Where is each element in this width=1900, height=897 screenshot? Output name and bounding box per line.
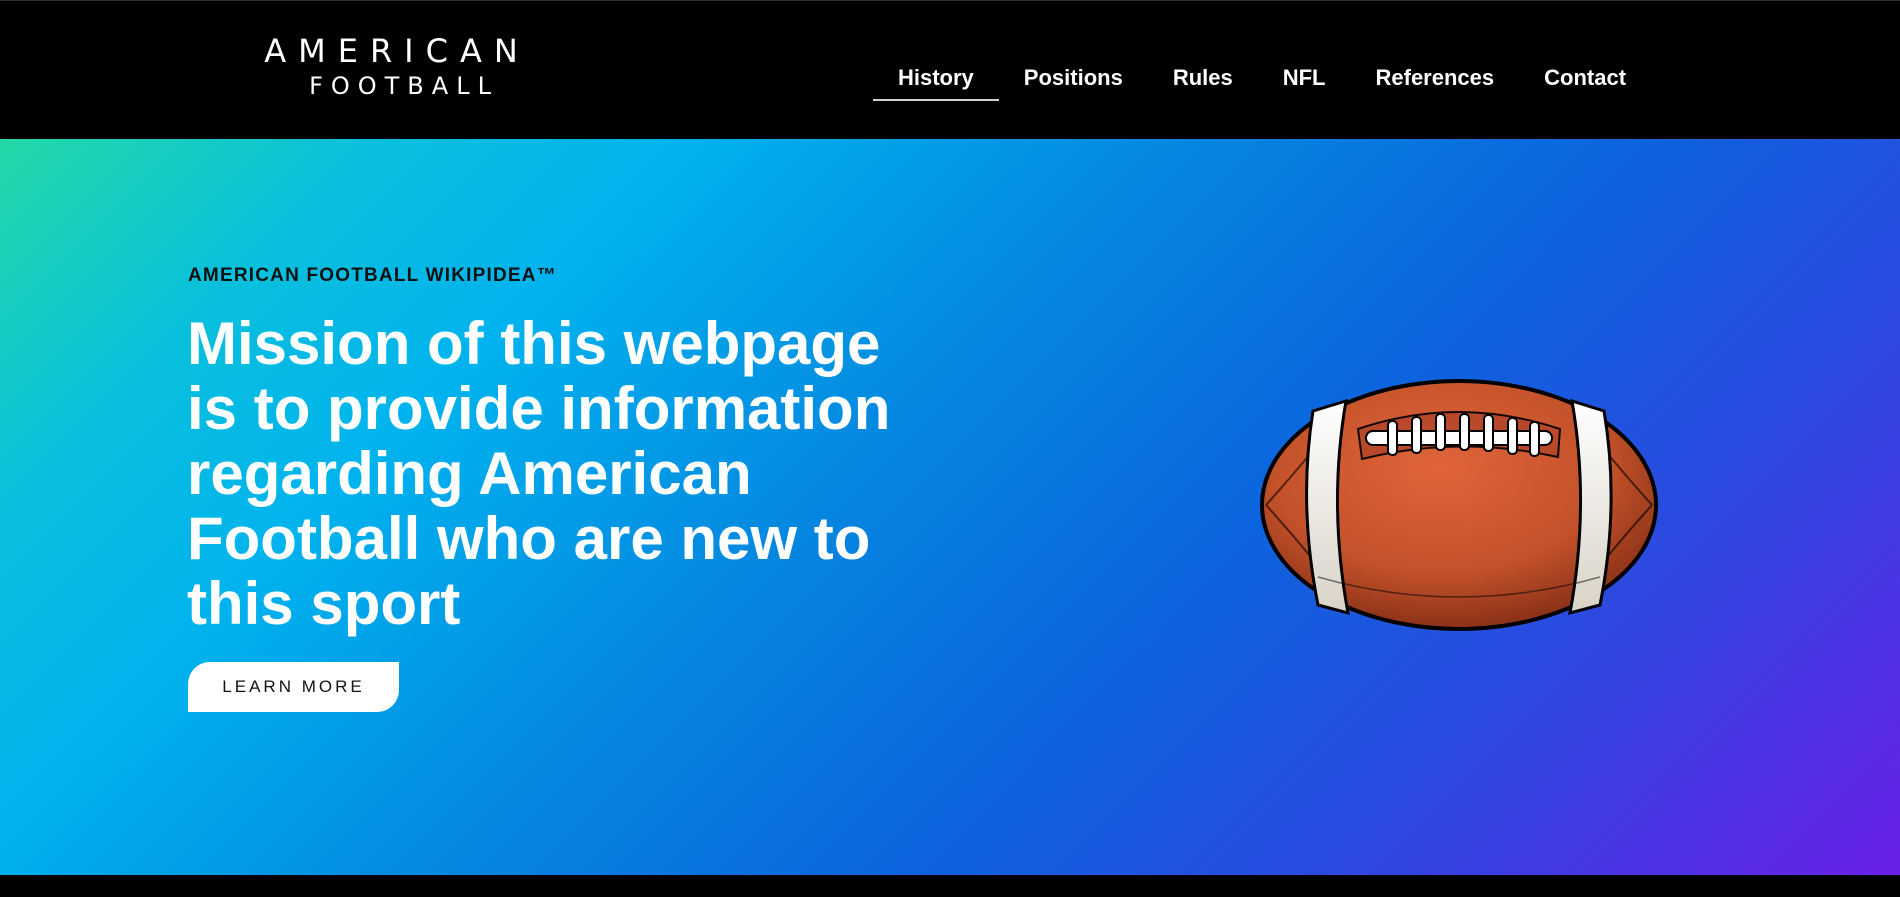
learn-more-button[interactable]: LEARN MORE — [188, 662, 399, 712]
bottom-bar — [0, 875, 1900, 897]
nav-item-rules[interactable]: Rules — [1148, 65, 1258, 101]
nav-item-contact[interactable]: Contact — [1519, 65, 1651, 101]
nav-item-positions[interactable]: Positions — [999, 65, 1148, 101]
logo-line-1: AMERICAN — [264, 32, 530, 70]
site-logo[interactable]: AMERICAN FOOTBALL — [262, 35, 532, 98]
nav-item-nfl[interactable]: NFL — [1258, 65, 1351, 101]
top-navbar: AMERICAN FOOTBALL History Positions Rule… — [0, 0, 1900, 139]
logo-line-2: FOOTBALL — [309, 72, 499, 100]
main-nav: History Positions Rules NFL References C… — [873, 65, 1651, 105]
nav-item-history[interactable]: History — [873, 65, 999, 101]
hero-section: AMERICAN FOOTBALL WIKIPIDEA™ Mission of … — [0, 139, 1900, 875]
hero-headline: Mission of this webpage is to provide in… — [187, 310, 891, 637]
football-icon — [1260, 379, 1658, 631]
hero-eyebrow: AMERICAN FOOTBALL WIKIPIDEA™ — [188, 265, 557, 286]
nav-item-references[interactable]: References — [1351, 65, 1520, 101]
